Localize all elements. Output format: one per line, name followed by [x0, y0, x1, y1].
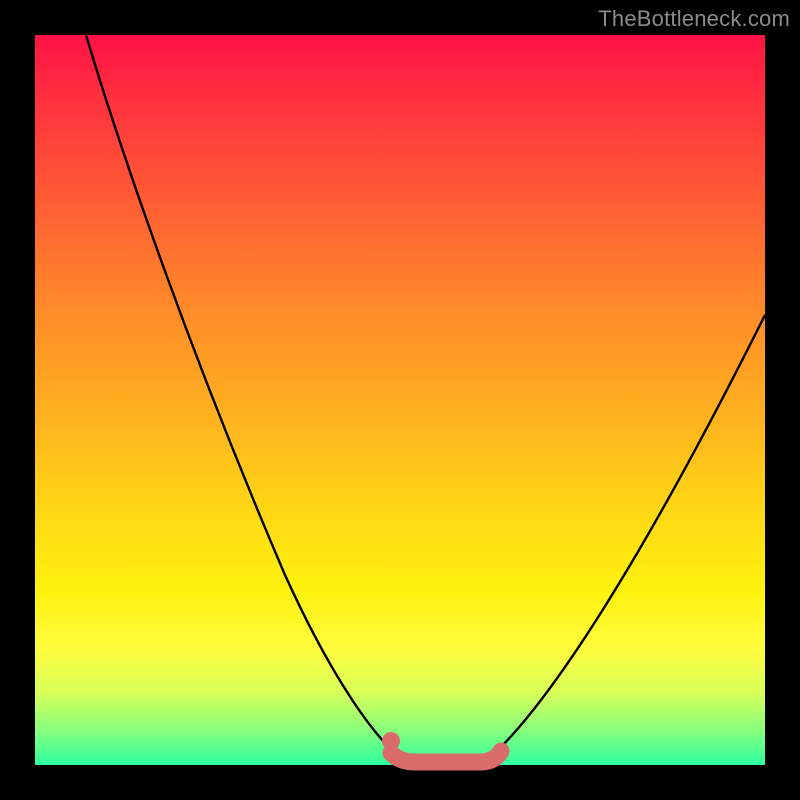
plot-area: [35, 35, 765, 765]
chart-frame: TheBottleneck.com: [0, 0, 800, 800]
watermark-text: TheBottleneck.com: [598, 6, 790, 32]
curve-layer: [35, 35, 765, 765]
curve-left-branch: [86, 35, 395, 753]
flat-region-highlight: [391, 751, 501, 762]
curve-right-branch: [495, 315, 765, 753]
